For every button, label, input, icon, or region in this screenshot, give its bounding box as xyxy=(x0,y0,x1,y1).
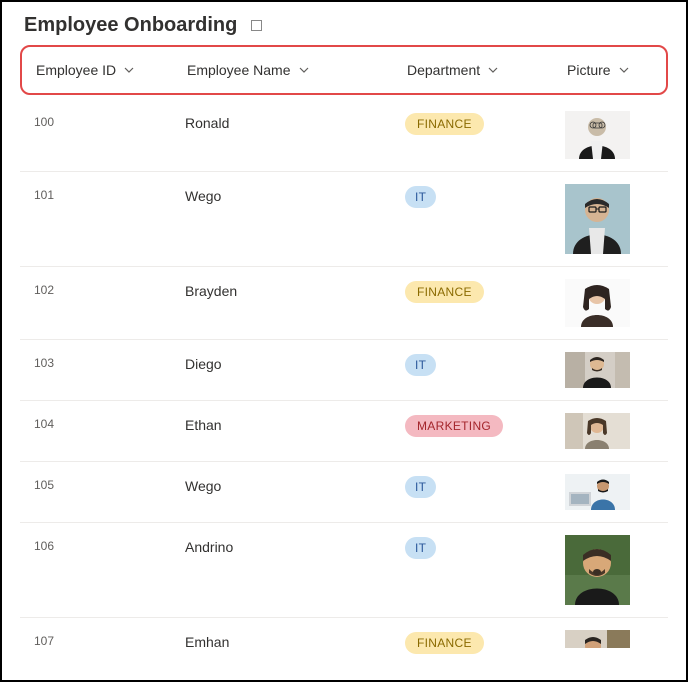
table-row[interactable]: 103 Diego IT xyxy=(20,340,668,401)
table-row[interactable]: 102 Brayden FINANCE xyxy=(20,267,668,340)
column-header-label: Employee Name xyxy=(187,62,291,78)
column-header-employee-name[interactable]: Employee Name xyxy=(187,62,407,78)
table-row[interactable]: 106 Andrino IT xyxy=(20,523,668,618)
column-header-label: Employee ID xyxy=(36,62,116,78)
department-badge: IT xyxy=(405,476,436,498)
page-header: Employee Onboarding xyxy=(2,2,686,45)
cell-picture xyxy=(565,630,668,648)
cell-picture xyxy=(565,535,668,605)
cell-employee-id: 103 xyxy=(20,352,185,370)
cell-employee-id: 106 xyxy=(20,535,185,553)
chevron-down-icon xyxy=(488,67,498,73)
cell-department: FINANCE xyxy=(405,111,565,135)
title-action-icon[interactable] xyxy=(251,20,262,31)
department-badge: IT xyxy=(405,354,436,376)
chevron-down-icon xyxy=(124,67,134,73)
department-badge: FINANCE xyxy=(405,113,484,135)
cell-employee-id: 100 xyxy=(20,111,185,129)
cell-employee-name: Brayden xyxy=(185,279,405,299)
cell-employee-id: 107 xyxy=(20,630,185,648)
page-title: Employee Onboarding xyxy=(24,14,237,37)
cell-picture xyxy=(565,279,668,327)
column-header-department[interactable]: Department xyxy=(407,62,567,78)
cell-picture xyxy=(565,184,668,254)
department-badge: FINANCE xyxy=(405,281,484,303)
cell-employee-id: 104 xyxy=(20,413,185,431)
avatar xyxy=(565,535,630,605)
avatar xyxy=(565,184,630,254)
avatar xyxy=(565,352,630,388)
cell-employee-name: Emhan xyxy=(185,630,405,650)
department-badge: IT xyxy=(405,537,436,559)
column-header-employee-id[interactable]: Employee ID xyxy=(22,62,187,78)
column-header-picture[interactable]: Picture xyxy=(567,62,666,78)
column-header-highlight: Employee ID Employee Name Department Pic… xyxy=(2,45,686,99)
cell-department: FINANCE xyxy=(405,630,565,654)
avatar xyxy=(565,413,630,449)
table-row[interactable]: 104 Ethan MARKETING xyxy=(20,401,668,462)
cell-employee-name: Wego xyxy=(185,184,405,204)
cell-picture xyxy=(565,413,668,449)
table-row[interactable]: 107 Emhan FINANCE xyxy=(20,618,668,666)
avatar xyxy=(565,111,630,159)
table-row[interactable]: 101 Wego IT xyxy=(20,172,668,267)
cell-employee-name: Ethan xyxy=(185,413,405,433)
avatar xyxy=(565,630,630,648)
department-badge: MARKETING xyxy=(405,415,503,437)
avatar xyxy=(565,279,630,327)
cell-employee-name: Diego xyxy=(185,352,405,372)
cell-employee-id: 105 xyxy=(20,474,185,492)
chevron-down-icon xyxy=(619,67,629,73)
cell-department: IT xyxy=(405,535,565,559)
cell-department: IT xyxy=(405,474,565,498)
cell-picture xyxy=(565,111,668,159)
department-badge: FINANCE xyxy=(405,632,484,654)
chevron-down-icon xyxy=(299,67,309,73)
column-header-row: Employee ID Employee Name Department Pic… xyxy=(20,45,668,95)
department-badge: IT xyxy=(405,186,436,208)
table-row[interactable]: 100 Ronald FINANCE xyxy=(20,99,668,172)
cell-employee-name: Ronald xyxy=(185,111,405,131)
cell-picture xyxy=(565,352,668,388)
cell-employee-name: Wego xyxy=(185,474,405,494)
table-body: 100 Ronald FINANCE 101 Wego IT 102 Brayd… xyxy=(2,99,686,666)
cell-employee-id: 101 xyxy=(20,184,185,202)
column-header-label: Picture xyxy=(567,62,611,78)
cell-department: MARKETING xyxy=(405,413,565,437)
cell-employee-id: 102 xyxy=(20,279,185,297)
cell-employee-name: Andrino xyxy=(185,535,405,555)
avatar xyxy=(565,474,630,510)
cell-department: IT xyxy=(405,184,565,208)
cell-department: FINANCE xyxy=(405,279,565,303)
column-header-label: Department xyxy=(407,62,480,78)
cell-department: IT xyxy=(405,352,565,376)
cell-picture xyxy=(565,474,668,510)
table-row[interactable]: 105 Wego IT xyxy=(20,462,668,523)
